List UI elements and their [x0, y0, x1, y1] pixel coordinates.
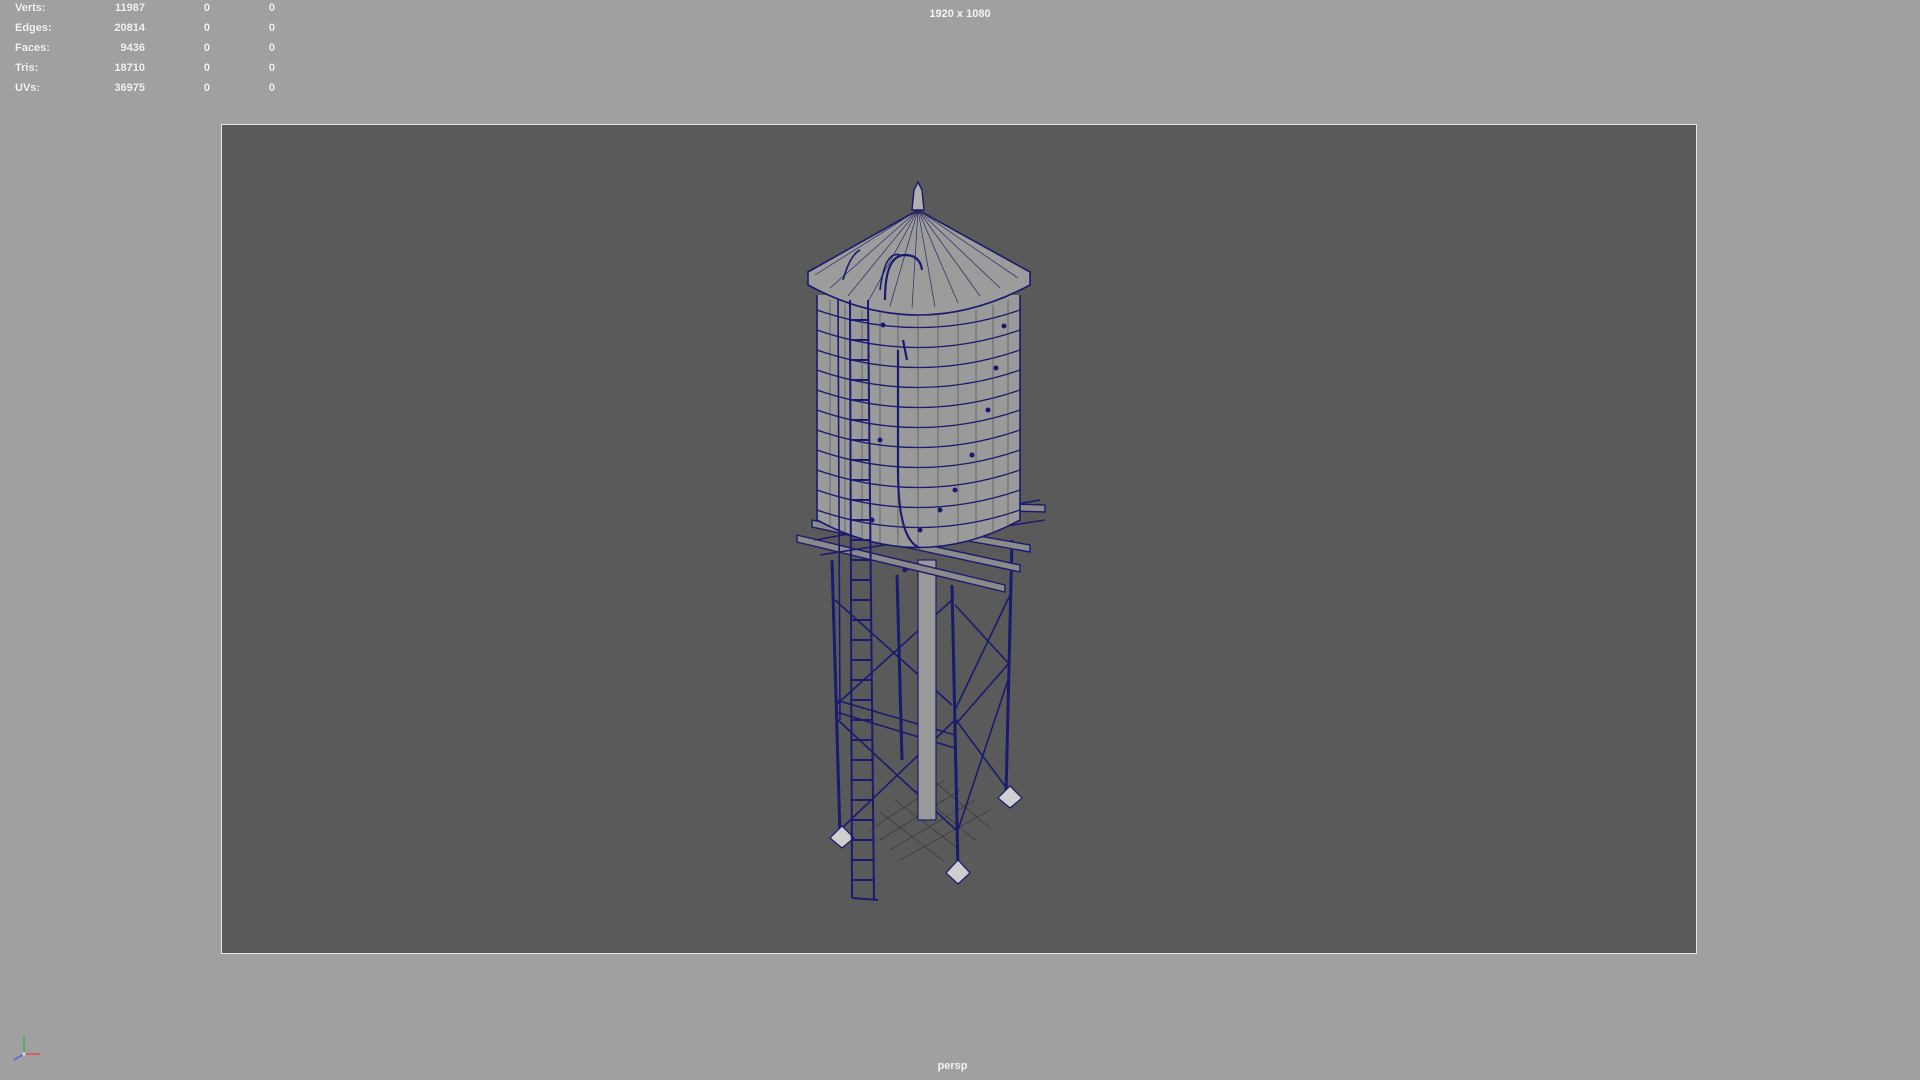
- xyz-axis-indicator-icon: [13, 1036, 40, 1061]
- tank-body: [816, 295, 1021, 549]
- central-pipe: [917, 559, 937, 821]
- camera-name-label: persp: [937, 1060, 968, 1072]
- roof-finial: [911, 180, 925, 211]
- water-tower-model[interactable]: [0, 0, 1920, 1080]
